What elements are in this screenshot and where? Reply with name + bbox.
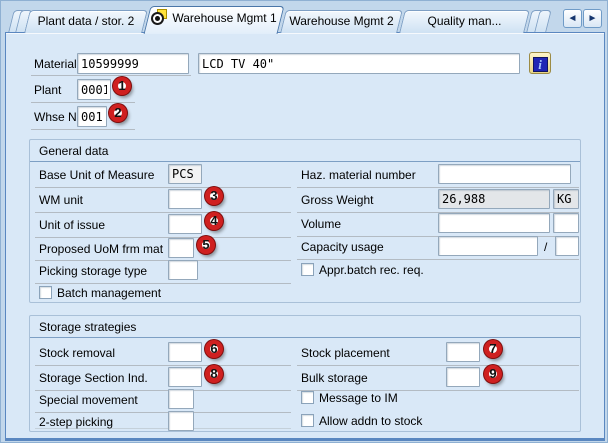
tab-label: Plant data / stor. 2	[27, 10, 145, 32]
groupbox-title-divider	[30, 337, 580, 338]
row-divider	[297, 187, 579, 188]
tab-warehouse-mgmt-1[interactable]: Warehouse Mgmt 1	[147, 6, 281, 34]
row-divider	[35, 390, 291, 391]
bulk-storage-input[interactable]	[446, 367, 480, 387]
groupbox-title-divider	[30, 161, 580, 162]
tab-plant-data-stor-2[interactable]: Plant data / stor. 2	[27, 10, 145, 33]
proposed-uom-label: Proposed UoM frm mat	[39, 242, 163, 256]
appr-batch-rec-checkbox[interactable]	[301, 263, 314, 276]
two-step-picking-input[interactable]	[168, 411, 194, 431]
volume-input[interactable]	[438, 213, 550, 233]
stock-placement-input[interactable]	[446, 342, 480, 362]
wm-unit-label: WM unit	[39, 193, 83, 207]
annotation-badge-6: 6	[205, 340, 223, 358]
unit-of-issue-input[interactable]	[168, 214, 202, 234]
bulk-storage-label: Bulk storage	[301, 371, 368, 385]
tab-quality-management[interactable]: Quality man...	[402, 10, 527, 33]
tab-scroll-left-button[interactable]: ◄	[563, 9, 582, 28]
row-divider	[35, 283, 291, 284]
row-divider	[297, 259, 579, 260]
volume-unit-input[interactable]	[553, 213, 579, 233]
annotation-badge-1: 1	[113, 77, 131, 95]
batch-management-checkbox[interactable]	[39, 286, 52, 299]
tab-label: Quality man...	[402, 10, 527, 32]
row-divider	[31, 102, 135, 103]
tab-scroll-right-button[interactable]: ►	[583, 9, 602, 28]
annotation-badge-4: 4	[205, 212, 223, 230]
capacity-usage-label: Capacity usage	[301, 240, 384, 254]
row-divider	[35, 212, 291, 213]
row-divider	[35, 187, 291, 188]
info-icon: i	[533, 57, 548, 72]
information-button[interactable]: i	[529, 52, 551, 74]
target-circle-icon	[151, 12, 164, 25]
row-divider	[35, 237, 291, 238]
two-step-picking-label: 2-step picking	[39, 415, 113, 429]
stock-placement-label: Stock placement	[301, 346, 390, 360]
material-label: Material	[34, 57, 77, 71]
annotation-badge-2: 2	[109, 104, 127, 122]
message-to-im-label: Message to IM	[319, 391, 398, 405]
capacity-separator: /	[544, 240, 547, 254]
row-divider	[297, 365, 579, 366]
allow-addn-to-stock-checkbox[interactable]	[301, 414, 314, 427]
record-status-icon	[151, 9, 168, 25]
storage-section-ind-input[interactable]	[168, 367, 202, 387]
right-arrow-icon: ►	[588, 13, 598, 24]
annotation-badge-7: 7	[484, 340, 502, 358]
material-description-input[interactable]	[198, 53, 520, 74]
storage-strategies-title: Storage strategies	[39, 320, 136, 334]
material-input[interactable]	[77, 53, 189, 74]
annotation-badge-9: 9	[484, 365, 502, 383]
capacity-usage-input[interactable]	[438, 236, 538, 256]
annotation-badge-3: 3	[205, 187, 223, 205]
haz-material-input[interactable]	[438, 164, 571, 184]
base-uom-field[interactable]	[168, 164, 202, 184]
haz-material-label: Haz. material number	[301, 168, 416, 182]
picking-storage-type-input[interactable]	[168, 260, 198, 280]
annotation-badge-5: 5	[197, 236, 215, 254]
row-divider	[31, 75, 191, 76]
volume-label: Volume	[301, 217, 341, 231]
appr-batch-rec-label: Appr.batch rec. req.	[319, 263, 424, 277]
general-data-title: General data	[39, 144, 108, 158]
tab-label: Warehouse Mgmt 1	[147, 6, 281, 31]
storage-section-ind-label: Storage Section Ind.	[39, 371, 148, 385]
stock-removal-input[interactable]	[168, 342, 202, 362]
row-divider	[35, 365, 291, 366]
weight-unit-field[interactable]	[553, 189, 579, 209]
plant-label: Plant	[34, 83, 61, 97]
whse-no-input[interactable]	[77, 106, 107, 127]
tab-warehouse-mgmt-2[interactable]: Warehouse Mgmt 2	[283, 10, 400, 33]
annotation-badge-8: 8	[205, 365, 223, 383]
tab-label: Warehouse Mgmt 2	[283, 10, 400, 32]
special-movement-input[interactable]	[168, 389, 194, 409]
gross-weight-label: Gross Weight	[301, 193, 373, 207]
batch-management-label: Batch management	[57, 286, 161, 300]
base-uom-label: Base Unit of Measure	[39, 168, 154, 182]
row-divider	[35, 412, 291, 413]
message-to-im-checkbox[interactable]	[301, 391, 314, 404]
capacity-usage-unit-input[interactable]	[555, 236, 579, 256]
unit-of-issue-label: Unit of issue	[39, 218, 105, 232]
wm-unit-input[interactable]	[168, 189, 202, 209]
left-arrow-icon: ◄	[568, 13, 578, 24]
sap-material-master-window: Plant data / stor. 2 Warehouse Mgmt 1 Wa…	[0, 0, 608, 443]
gross-weight-field[interactable]	[438, 189, 550, 209]
row-divider	[31, 129, 135, 130]
proposed-uom-input[interactable]	[168, 238, 194, 258]
row-divider	[35, 260, 291, 261]
stock-removal-label: Stock removal	[39, 346, 115, 360]
picking-storage-type-label: Picking storage type	[39, 264, 147, 278]
allow-addn-to-stock-label: Allow addn to stock	[319, 414, 422, 428]
special-movement-label: Special movement	[39, 393, 138, 407]
plant-input[interactable]	[77, 79, 111, 100]
